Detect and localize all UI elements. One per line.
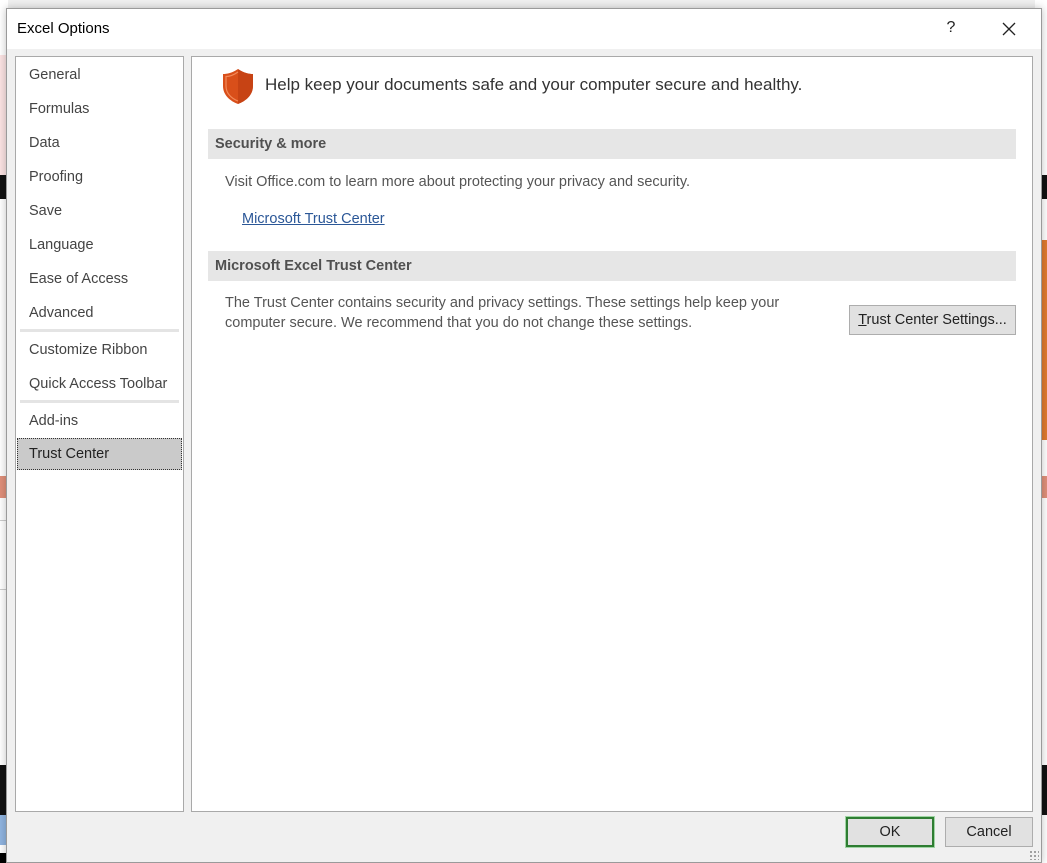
options-sidebar: General Formulas Data Proofing Save Lang…: [15, 56, 184, 812]
trust-center-description-line1: The Trust Center contains security and p…: [225, 295, 780, 311]
ok-button[interactable]: OK: [845, 816, 935, 848]
trust-center-description: The Trust Center contains security and p…: [225, 293, 779, 333]
trust-center-panel: Help keep your documents safe and your c…: [191, 56, 1033, 812]
trust-center-settings-button[interactable]: Trust Center Settings...: [849, 305, 1016, 335]
sidebar-item-save[interactable]: Save: [16, 196, 183, 226]
resize-grip-icon[interactable]: [1029, 850, 1039, 860]
sidebar-item-quick-access-toolbar[interactable]: Quick Access Toolbar: [16, 369, 183, 399]
sidebar-item-trust-center[interactable]: Trust Center: [17, 438, 182, 470]
sidebar-item-customize-ribbon[interactable]: Customize Ribbon: [16, 335, 183, 365]
sidebar-item-general[interactable]: General: [16, 60, 183, 90]
dialog-title: Excel Options: [17, 20, 110, 37]
sidebar-item-data[interactable]: Data: [16, 128, 183, 158]
excel-options-dialog: Excel Options ? General Formulas Data Pr…: [6, 8, 1042, 863]
close-icon: [1002, 22, 1016, 36]
section-header-trust-center: Microsoft Excel Trust Center: [208, 251, 1016, 281]
cancel-button[interactable]: Cancel: [945, 817, 1033, 847]
sidebar-item-proofing[interactable]: Proofing: [16, 162, 183, 192]
sidebar-item-formulas[interactable]: Formulas: [16, 94, 183, 124]
help-button[interactable]: ?: [931, 9, 971, 47]
sidebar-separator: [20, 329, 179, 332]
sidebar-item-ease-of-access[interactable]: Ease of Access: [16, 264, 183, 294]
shield-icon: [223, 69, 253, 104]
trust-center-settings-label: rust Center Settings...: [866, 312, 1007, 328]
trust-center-settings-accelerator: T: [858, 312, 867, 328]
title-bar: Excel Options ?: [7, 9, 1041, 49]
close-button[interactable]: [989, 9, 1029, 47]
security-description: Visit Office.com to learn more about pro…: [225, 174, 691, 190]
sidebar-item-advanced[interactable]: Advanced: [16, 298, 183, 328]
microsoft-trust-center-link[interactable]: Microsoft Trust Center: [242, 211, 385, 227]
sidebar-item-add-ins[interactable]: Add-ins: [16, 406, 183, 436]
sidebar-item-language[interactable]: Language: [16, 230, 183, 260]
section-header-security: Security & more: [208, 129, 1016, 159]
page-headline: Help keep your documents safe and your c…: [265, 75, 803, 94]
trust-center-description-line2: computer secure. We recommend that you d…: [225, 315, 693, 331]
sidebar-separator: [20, 400, 179, 403]
